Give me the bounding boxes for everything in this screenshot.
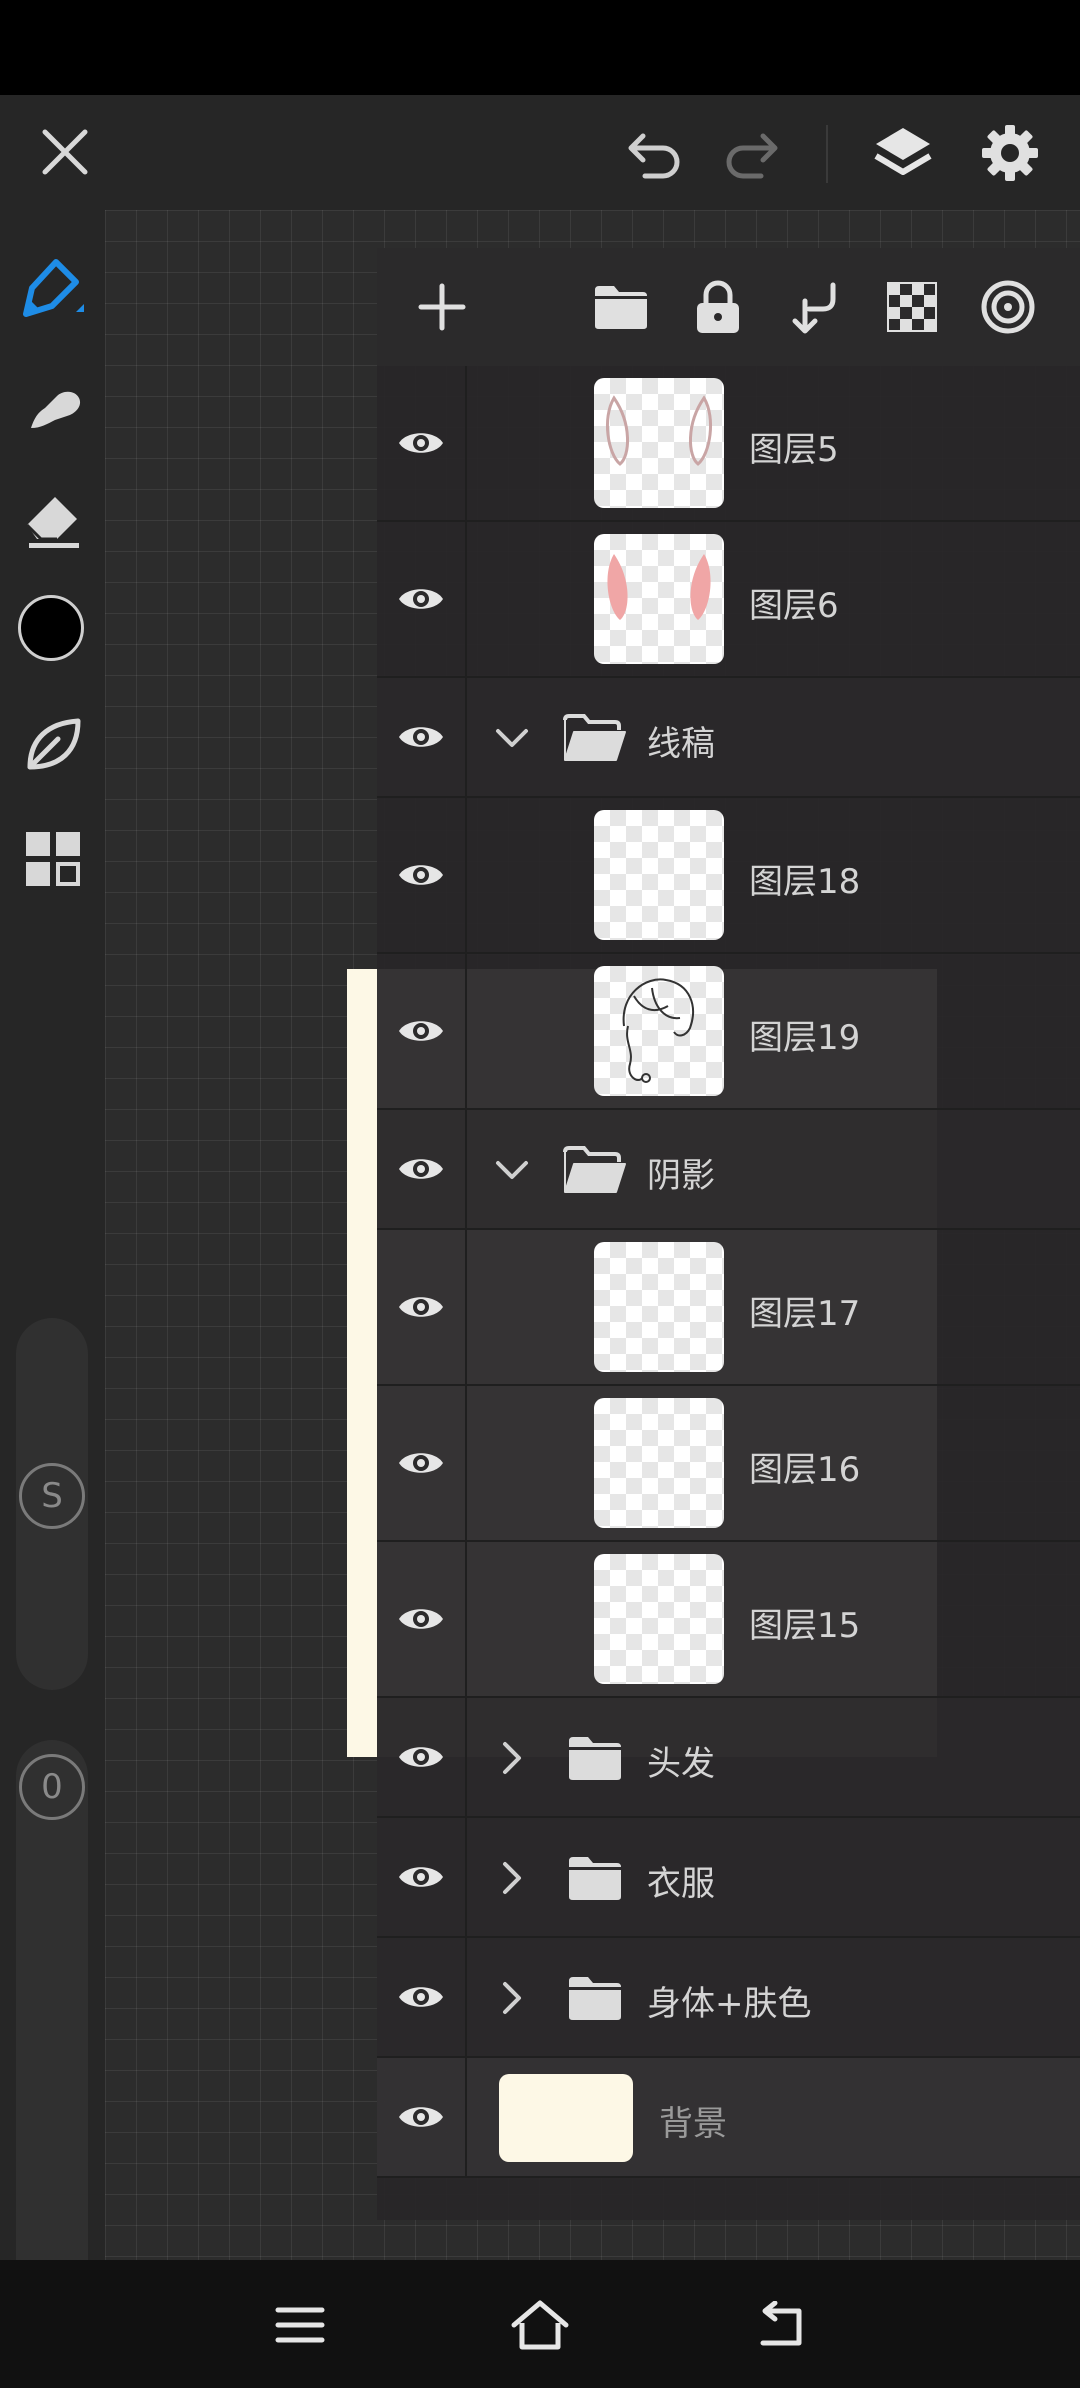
layer-thumbnail[interactable]: [594, 1554, 724, 1684]
add-icon[interactable]: [407, 272, 477, 342]
layer-thumbnail[interactable]: [594, 378, 724, 508]
layer-name: 图层5: [749, 430, 839, 470]
visibility-eye-icon[interactable]: [377, 1938, 467, 2056]
visibility-eye-icon[interactable]: [377, 2058, 467, 2176]
lock-icon[interactable]: [683, 272, 753, 342]
layer-thumbnail[interactable]: [594, 810, 724, 940]
eraser-icon[interactable]: [14, 480, 92, 558]
layer-row[interactable]: 背景: [377, 2058, 1080, 2178]
visibility-eye-icon[interactable]: [377, 1386, 467, 1540]
layer-row[interactable]: 图层6: [377, 522, 1080, 678]
status-bar: [0, 0, 1080, 95]
home-icon[interactable]: [500, 2288, 580, 2362]
visibility-eye-icon[interactable]: [377, 1698, 467, 1816]
visibility-eye-icon[interactable]: [377, 678, 467, 796]
layer-name: 图层19: [749, 1018, 861, 1058]
layer-thumbnail[interactable]: [594, 1398, 724, 1528]
checker-icon[interactable]: [877, 272, 947, 342]
layer-thumbnail[interactable]: [594, 1242, 724, 1372]
visibility-eye-icon[interactable]: [377, 798, 467, 952]
merge-down-icon[interactable]: [781, 272, 851, 342]
visibility-eye-icon[interactable]: [377, 1818, 467, 1936]
pen-icon[interactable]: [14, 250, 92, 328]
close-icon[interactable]: [30, 117, 100, 187]
layer-name: 图层15: [749, 1606, 861, 1646]
folder-icon[interactable]: [586, 272, 656, 342]
layer-thumbnail[interactable]: [594, 966, 724, 1096]
layer-name: 图层17: [749, 1294, 861, 1334]
leaf-icon[interactable]: [14, 705, 92, 783]
layer-row[interactable]: 图层5: [377, 366, 1080, 522]
settings-icon[interactable]: [975, 115, 1045, 191]
undo-icon[interactable]: [618, 120, 688, 190]
smudge-icon[interactable]: [14, 365, 92, 443]
brush-size-slider[interactable]: S: [16, 1318, 88, 1690]
target-icon[interactable]: [973, 272, 1043, 342]
menu-icon[interactable]: [260, 2290, 340, 2360]
layer-name: 身体+肤色: [647, 1984, 812, 2024]
chevron-down-icon[interactable]: [487, 1110, 537, 1230]
visibility-eye-icon[interactable]: [377, 366, 467, 520]
layer-name: 衣服: [647, 1864, 715, 1904]
visibility-eye-icon[interactable]: [377, 954, 467, 1108]
opacity-slider-knob[interactable]: 0: [19, 1754, 85, 1820]
layer-row[interactable]: 图层16: [377, 1386, 1080, 1542]
layer-group-row[interactable]: 衣服: [377, 1818, 1080, 1938]
visibility-eye-icon[interactable]: [377, 1230, 467, 1384]
layer-name: 头发: [647, 1744, 715, 1784]
layers-icon[interactable]: [868, 115, 938, 191]
layer-row[interactable]: 图层18: [377, 798, 1080, 954]
folder-icon: [560, 1698, 630, 1818]
folder-open-icon: [560, 1110, 630, 1230]
layer-name: 图层16: [749, 1450, 861, 1490]
layer-group-row[interactable]: 线稿: [377, 678, 1080, 798]
grid-icon[interactable]: [14, 820, 92, 898]
folder-open-icon: [560, 678, 630, 798]
top-bar: [0, 95, 1080, 210]
chevron-down-icon[interactable]: [487, 678, 537, 798]
layer-name: 图层18: [749, 862, 861, 902]
layer-name: 线稿: [647, 724, 715, 764]
layer-row[interactable]: 图层19: [377, 954, 1080, 1110]
layer-group-row[interactable]: 身体+肤色: [377, 1938, 1080, 2058]
layer-name: 阴影: [647, 1156, 715, 1196]
layer-name: 图层6: [749, 586, 839, 626]
layer-group-row[interactable]: 头发: [377, 1698, 1080, 1818]
folder-icon: [560, 1818, 630, 1938]
system-nav-bar: [0, 2260, 1080, 2388]
color-swatch[interactable]: [18, 595, 84, 661]
size-slider-knob[interactable]: S: [19, 1463, 85, 1529]
visibility-eye-icon[interactable]: [377, 522, 467, 676]
layer-group-row[interactable]: 阴影: [377, 1110, 1080, 1230]
layer-row[interactable]: 图层17: [377, 1230, 1080, 1386]
visibility-eye-icon[interactable]: [377, 1542, 467, 1696]
chevron-right-icon[interactable]: [487, 1818, 537, 1938]
redo-icon[interactable]: [718, 120, 788, 190]
visibility-eye-icon[interactable]: [377, 1110, 467, 1228]
chevron-right-icon[interactable]: [487, 1938, 537, 2058]
toolbar-divider: [826, 125, 828, 183]
layer-row[interactable]: 图层15: [377, 1542, 1080, 1698]
layer-thumbnail[interactable]: [594, 534, 724, 664]
chevron-right-icon[interactable]: [487, 1698, 537, 1818]
layer-name: 背景: [659, 2104, 727, 2144]
opacity-slider[interactable]: 0: [16, 1740, 88, 2330]
layer-panel-toolbar: [377, 248, 1080, 366]
tool-sidebar: S 0: [0, 210, 105, 2330]
back-icon[interactable]: [740, 2290, 820, 2360]
layer-panel: 图层5 图层6 线稿图层18 图层19 阴影图层17 图层16 图层15 头发衣服身体+肤色背…: [377, 248, 1080, 2220]
background-color-thumbnail[interactable]: [499, 2074, 633, 2162]
folder-icon: [560, 1938, 630, 2058]
